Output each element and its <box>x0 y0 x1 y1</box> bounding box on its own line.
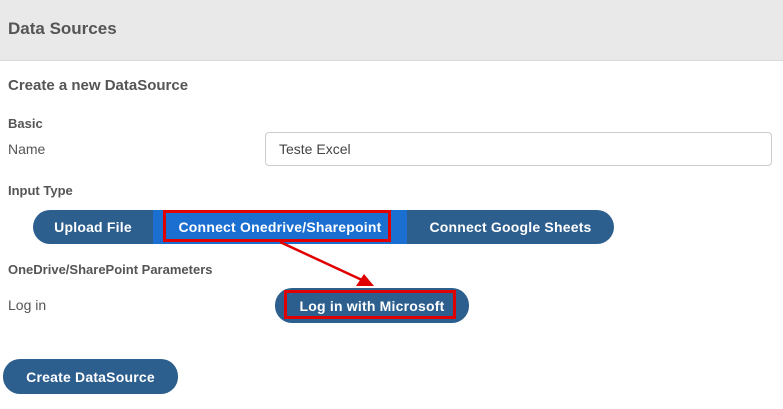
upload-file-option[interactable]: Upload File <box>33 210 153 244</box>
connect-onedrive-option[interactable]: Connect Onedrive/Sharepoint <box>153 210 407 244</box>
login-with-microsoft-button[interactable]: Log in with Microsoft <box>275 288 469 323</box>
page-header: Data Sources <box>0 0 783 61</box>
connect-google-sheets-option[interactable]: Connect Google Sheets <box>407 210 614 244</box>
basic-group-label: Basic <box>8 116 43 131</box>
input-type-group-label: Input Type <box>8 183 73 198</box>
name-input[interactable] <box>265 132 772 166</box>
annotation-arrow-icon <box>279 240 374 286</box>
create-datasource-button[interactable]: Create DataSource <box>3 359 178 394</box>
name-label: Name <box>8 141 46 157</box>
login-label: Log in <box>8 297 47 313</box>
onedrive-parameters-label: OneDrive/SharePoint Parameters <box>8 262 213 277</box>
input-type-selector: Upload File Connect Onedrive/Sharepoint … <box>33 210 614 244</box>
form-title: Create a new DataSource <box>8 77 189 94</box>
page-title: Data Sources <box>8 19 117 38</box>
